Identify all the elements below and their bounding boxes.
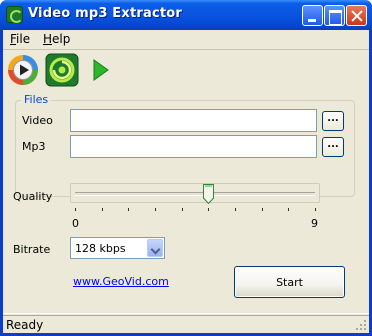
- menu-help-label: elp: [52, 32, 71, 46]
- start-play-icon: [93, 59, 109, 81]
- status-bar: Ready: [3, 313, 369, 333]
- quality-tick: [235, 208, 236, 211]
- quality-tick: [315, 208, 316, 211]
- quality-tick: [288, 208, 290, 211]
- resize-grip-icon[interactable]: [355, 319, 367, 331]
- chevron-down-icon[interactable]: [147, 239, 163, 257]
- menu-help[interactable]: Help: [43, 32, 70, 46]
- quality-tick: [155, 208, 156, 211]
- quality-max-label: 9: [311, 217, 318, 230]
- menu-file[interactable]: File: [10, 32, 30, 46]
- menu-bar: File Help: [3, 30, 369, 48]
- quality-slider-thumb[interactable]: [203, 184, 215, 205]
- video-browse-button[interactable]: ...: [322, 111, 344, 131]
- quality-min-label: 0: [72, 217, 79, 230]
- mp3-label: Mp3: [22, 140, 46, 153]
- quality-tick: [75, 208, 76, 211]
- menu-file-label: ile: [16, 32, 31, 46]
- bitrate-select[interactable]: 128 kbps: [70, 237, 165, 259]
- close-button[interactable]: [346, 5, 367, 26]
- start-button[interactable]: Start: [234, 266, 345, 298]
- title-bar[interactable]: Video mp3 Extractor: [0, 0, 372, 30]
- mp3-browse-button[interactable]: ...: [322, 137, 344, 157]
- play-media-icon: [8, 55, 38, 85]
- quality-label: Quality: [13, 190, 53, 203]
- minimize-button[interactable]: [302, 5, 323, 26]
- website-link[interactable]: www.GeoVid.com: [73, 275, 169, 288]
- quality-tick: [208, 208, 210, 211]
- video-field[interactable]: [70, 109, 317, 132]
- convert-icon: [45, 53, 79, 87]
- play-media-button[interactable]: [6, 53, 40, 87]
- window-title: Video mp3 Extractor: [28, 6, 183, 21]
- mp3-field[interactable]: [70, 135, 317, 158]
- app-window: Video mp3 Extractor File Help Files Vide…: [0, 0, 372, 336]
- bitrate-label: Bitrate: [13, 243, 51, 256]
- convert-button[interactable]: [45, 53, 79, 87]
- quality-tick: [181, 208, 183, 211]
- menu-separator: [3, 49, 369, 50]
- start-play-button[interactable]: [91, 53, 125, 87]
- status-bar-panel: Ready: [3, 315, 369, 333]
- app-icon[interactable]: [6, 6, 23, 23]
- menu-help-accel: H: [43, 32, 53, 46]
- quality-tick: [261, 208, 263, 211]
- video-label: Video: [22, 114, 53, 127]
- quality-slider-groove: [75, 192, 315, 196]
- status-text: Ready: [6, 318, 44, 332]
- maximize-button[interactable]: [324, 5, 345, 26]
- quality-tick: [128, 208, 130, 211]
- client-area: File Help Files Video ... Mp3 ... Qualit…: [3, 30, 369, 333]
- files-group-legend: Files: [21, 93, 52, 106]
- quality-tick: [101, 208, 103, 211]
- bitrate-selected-value: 128 kbps: [75, 242, 126, 255]
